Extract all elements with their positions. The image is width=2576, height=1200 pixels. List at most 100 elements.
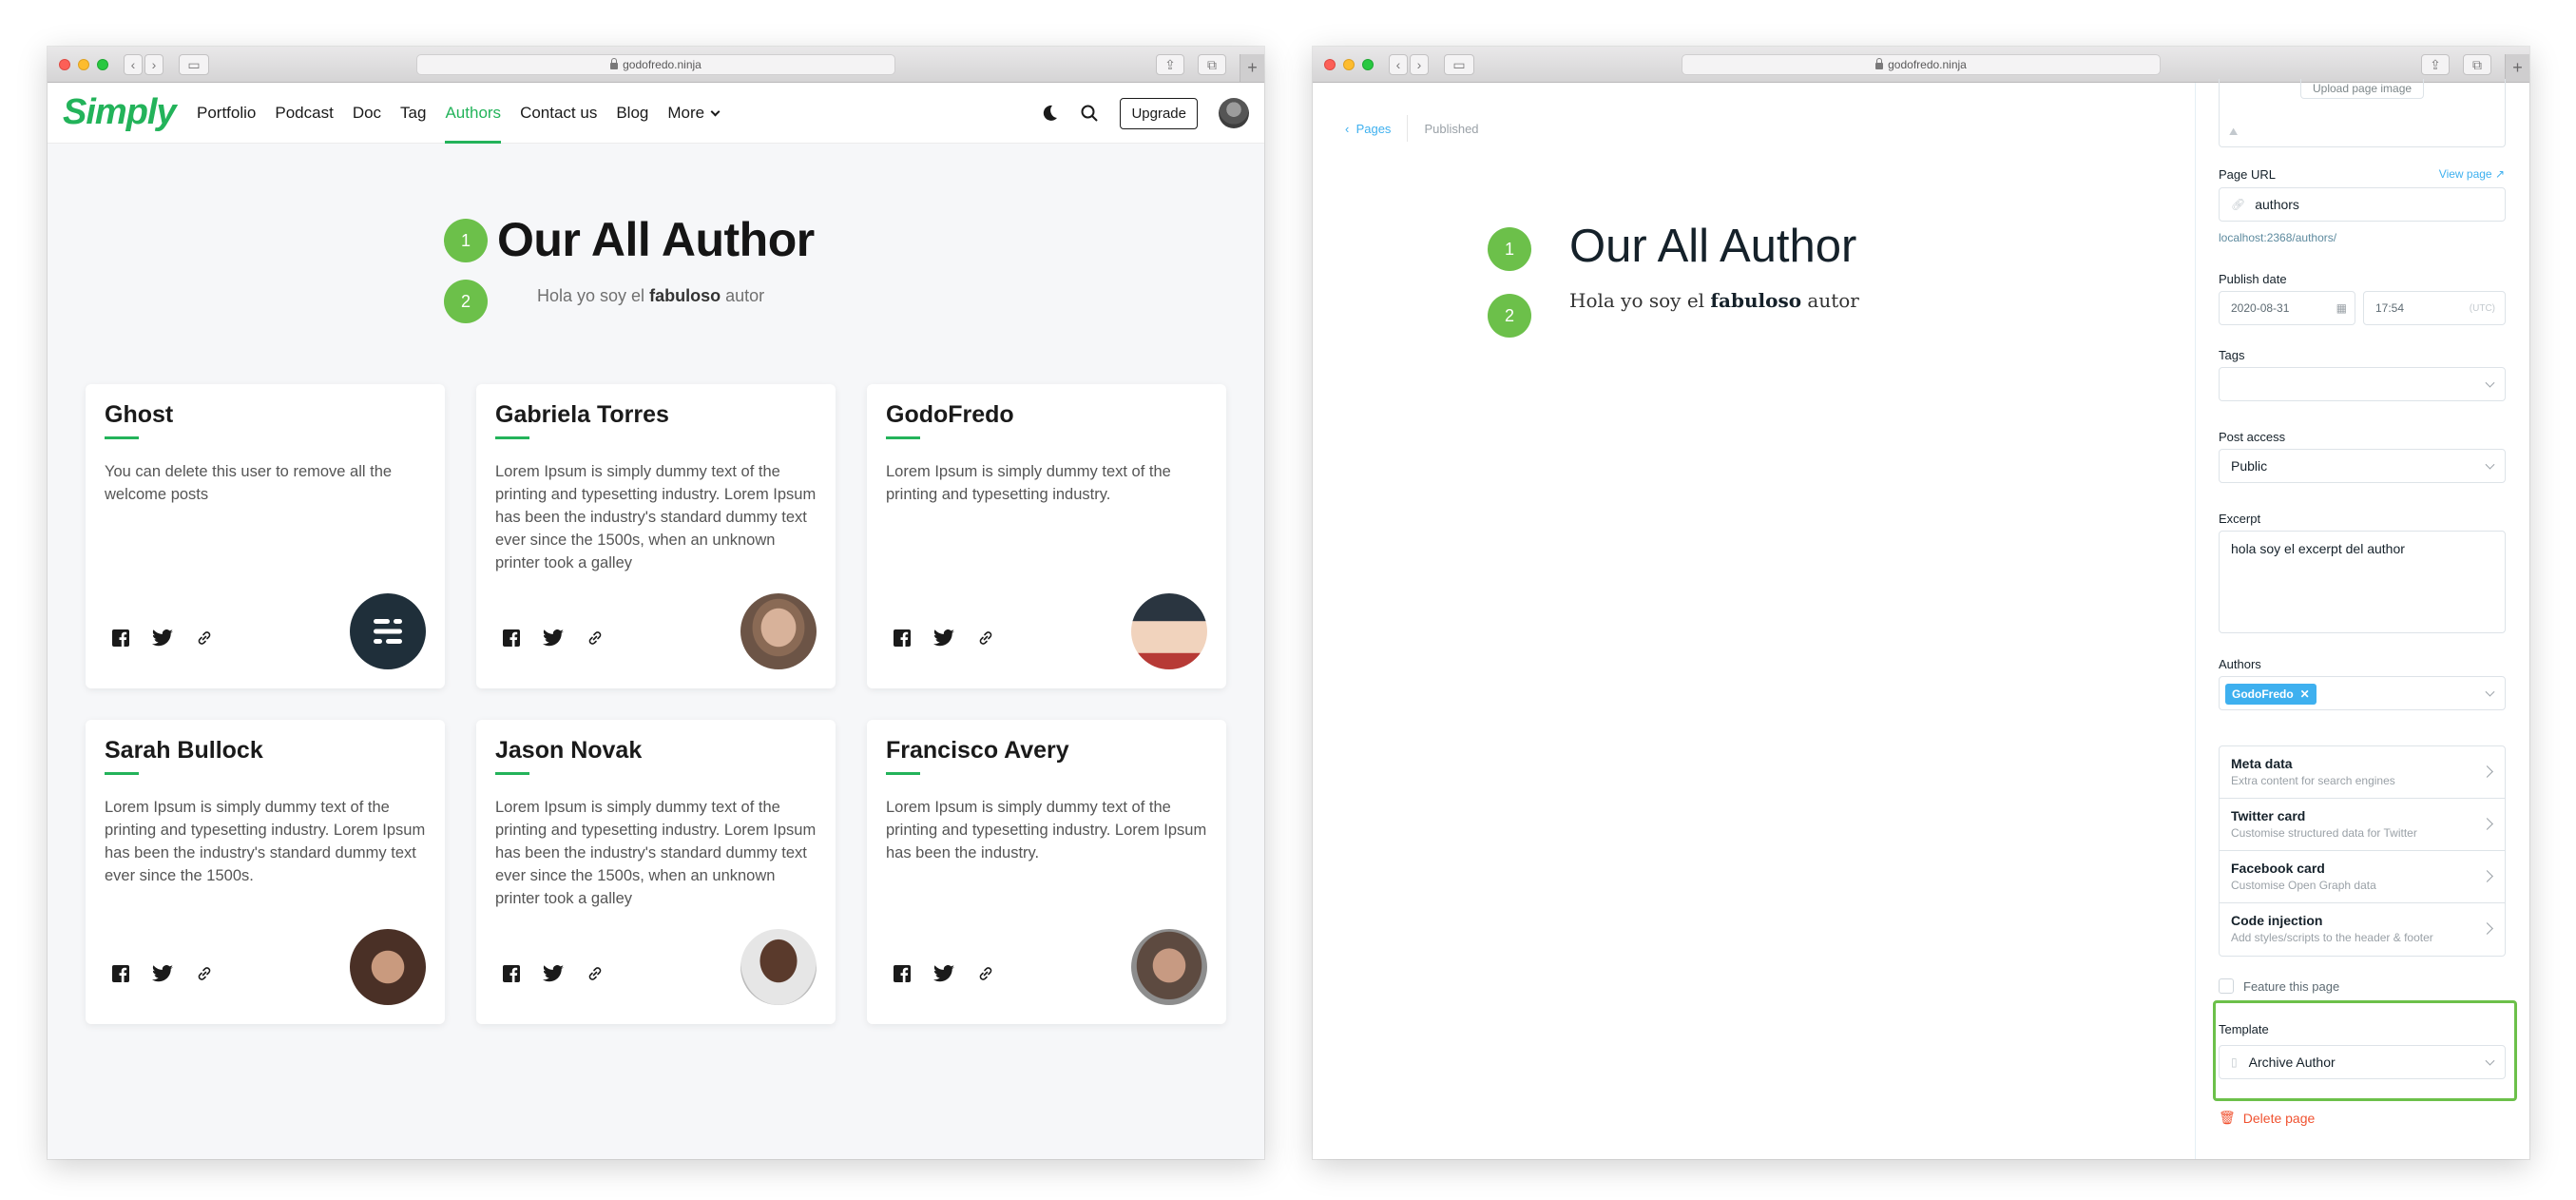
forward-button[interactable]: › [144, 54, 163, 75]
close-window-button[interactable] [1324, 59, 1336, 70]
nav-item-portfolio[interactable]: Portfolio [187, 83, 265, 144]
nav-item-tag[interactable]: Tag [391, 83, 435, 144]
share-icon[interactable]: ⇪ [1156, 54, 1184, 75]
tabs-overview-icon[interactable]: ⧉ [2463, 54, 2491, 75]
zoom-window-button[interactable] [1362, 59, 1374, 70]
author-name[interactable]: GodoFredo [886, 401, 1014, 429]
author-avatar[interactable] [740, 929, 817, 1005]
nav-item-authors[interactable]: Authors [435, 83, 510, 144]
template-select[interactable]: ▯ Archive Author [2219, 1045, 2506, 1079]
step-badge-2: 2 [1488, 294, 1531, 338]
author-card[interactable]: Jason Novak Lorem Ipsum is simply dummy … [476, 720, 836, 1024]
view-page-label: View page [2438, 167, 2492, 181]
author-card[interactable]: GodoFredo Lorem Ipsum is simply dummy te… [867, 384, 1226, 688]
site-logo[interactable]: Simply [63, 92, 177, 133]
view-page-link[interactable]: View page ↗ [2439, 167, 2505, 181]
upgrade-button[interactable]: Upgrade [1120, 97, 1198, 129]
new-tab-button[interactable]: + [2505, 54, 2529, 82]
tabs-overview-icon[interactable]: ⧉ [1198, 54, 1226, 75]
author-name[interactable]: Gabriela Torres [495, 401, 669, 429]
feature-image-area[interactable]: Upload page image ⛰ [2219, 79, 2506, 147]
author-name[interactable]: Jason Novak [495, 737, 642, 765]
link-icon[interactable] [977, 965, 994, 982]
author-bio: Lorem Ipsum is simply dummy text of the … [886, 463, 1171, 503]
author-avatar[interactable] [1131, 929, 1207, 1005]
chevron-down-icon [2485, 377, 2495, 388]
publish-date-input[interactable]: 2020-08-31 ▦ [2219, 291, 2355, 325]
sidebar-toggle-icon[interactable]: ▭ [1444, 54, 1474, 75]
author-avatar[interactable] [350, 593, 426, 669]
author-card[interactable]: Ghost You can delete this user to remove… [86, 384, 445, 688]
nav-item-contact[interactable]: Contact us [510, 83, 606, 144]
author-name[interactable]: Ghost [105, 401, 173, 429]
authors-select[interactable]: GodoFredo ✕ [2219, 676, 2506, 710]
facebook-icon[interactable] [894, 965, 911, 982]
tags-input[interactable] [2219, 367, 2506, 401]
page-subtitle: Hola yo soy el fabuloso autor [537, 286, 764, 306]
twitter-icon[interactable] [152, 965, 173, 982]
twitter-icon[interactable] [152, 629, 173, 647]
feature-page-checkbox[interactable] [2219, 978, 2234, 994]
zoom-window-button[interactable] [97, 59, 108, 70]
body-text-end: autor [1807, 289, 1859, 312]
author-card[interactable]: Gabriela Torres Lorem Ipsum is simply du… [476, 384, 836, 688]
excerpt-textarea[interactable]: hola soy el excerpt del author [2219, 531, 2506, 633]
address-bar[interactable]: godofredo.ninja [416, 54, 895, 75]
page-url-input[interactable]: 🔗︎ authors [2219, 187, 2506, 222]
code-injection-item[interactable]: Code injection Add styles/scripts to the … [2220, 903, 2505, 956]
link-icon[interactable] [586, 629, 604, 647]
new-tab-button[interactable]: + [1240, 54, 1264, 82]
twitter-icon[interactable] [933, 629, 954, 647]
nav-item-blog[interactable]: Blog [606, 83, 658, 144]
meta-data-item[interactable]: Meta data Extra content for search engine… [2220, 746, 2505, 799]
author-token[interactable]: GodoFredo ✕ [2225, 684, 2316, 705]
forward-button[interactable]: › [1410, 54, 1429, 75]
minimize-window-button[interactable] [1343, 59, 1355, 70]
post-title-input[interactable]: Our All Author [1569, 220, 1856, 273]
back-button[interactable]: ‹ [1389, 54, 1408, 75]
author-card[interactable]: Francisco Avery Lorem Ipsum is simply du… [867, 720, 1226, 1024]
author-avatar[interactable] [740, 593, 817, 669]
nav-item-doc[interactable]: Doc [343, 83, 391, 144]
delete-page-button[interactable]: 🗑︎ Delete page [2219, 1110, 2315, 1126]
author-name[interactable]: Sarah Bullock [105, 737, 263, 765]
author-card[interactable]: Sarah Bullock Lorem Ipsum is simply dumm… [86, 720, 445, 1024]
editor-body-text[interactable]: Hola yo soy el fabuloso autor [1569, 289, 1859, 312]
twitter-icon[interactable] [543, 965, 564, 982]
facebook-icon[interactable] [894, 629, 911, 647]
nav-item-more[interactable]: More [658, 83, 727, 144]
twitter-card-item[interactable]: Twitter card Customise structured data fo… [2220, 799, 2505, 851]
nav-item-podcast[interactable]: Podcast [265, 83, 342, 144]
link-icon[interactable] [586, 965, 604, 982]
user-avatar[interactable] [1219, 98, 1249, 128]
twitter-icon[interactable] [933, 965, 954, 982]
publish-time-input[interactable]: 17:54 (UTC) [2363, 291, 2506, 325]
remove-author-icon[interactable]: ✕ [2300, 687, 2310, 701]
link-icon[interactable] [196, 629, 213, 647]
facebook-icon[interactable] [112, 965, 129, 982]
back-button[interactable]: ‹ [124, 54, 143, 75]
facebook-icon[interactable] [503, 965, 520, 982]
address-bar[interactable]: godofredo.ninja [1682, 54, 2161, 75]
author-name[interactable]: Francisco Avery [886, 737, 1069, 765]
facebook-card-item[interactable]: Facebook card Customise Open Graph data [2220, 851, 2505, 903]
share-icon[interactable]: ⇪ [2421, 54, 2450, 75]
trash-icon: 🗑︎ [2219, 1110, 2236, 1125]
facebook-icon[interactable] [503, 629, 520, 647]
search-icon[interactable] [1080, 104, 1099, 123]
author-avatar[interactable] [350, 929, 426, 1005]
link-icon[interactable] [196, 965, 213, 982]
author-avatar[interactable] [1131, 593, 1207, 669]
upload-image-button[interactable]: Upload page image [2300, 79, 2425, 99]
back-to-pages-link[interactable]: ‹ Pages [1345, 122, 1391, 136]
main-nav: Portfolio Podcast Doc Tag Authors Contac… [187, 83, 728, 144]
feature-page-label[interactable]: Feature this page [2243, 979, 2339, 994]
facebook-icon[interactable] [112, 629, 129, 647]
minimize-window-button[interactable] [78, 59, 89, 70]
moon-icon[interactable] [1040, 104, 1059, 123]
link-icon[interactable] [977, 629, 994, 647]
sidebar-toggle-icon[interactable]: ▭ [179, 54, 209, 75]
post-access-select[interactable]: Public [2219, 449, 2506, 483]
twitter-icon[interactable] [543, 629, 564, 647]
close-window-button[interactable] [59, 59, 70, 70]
